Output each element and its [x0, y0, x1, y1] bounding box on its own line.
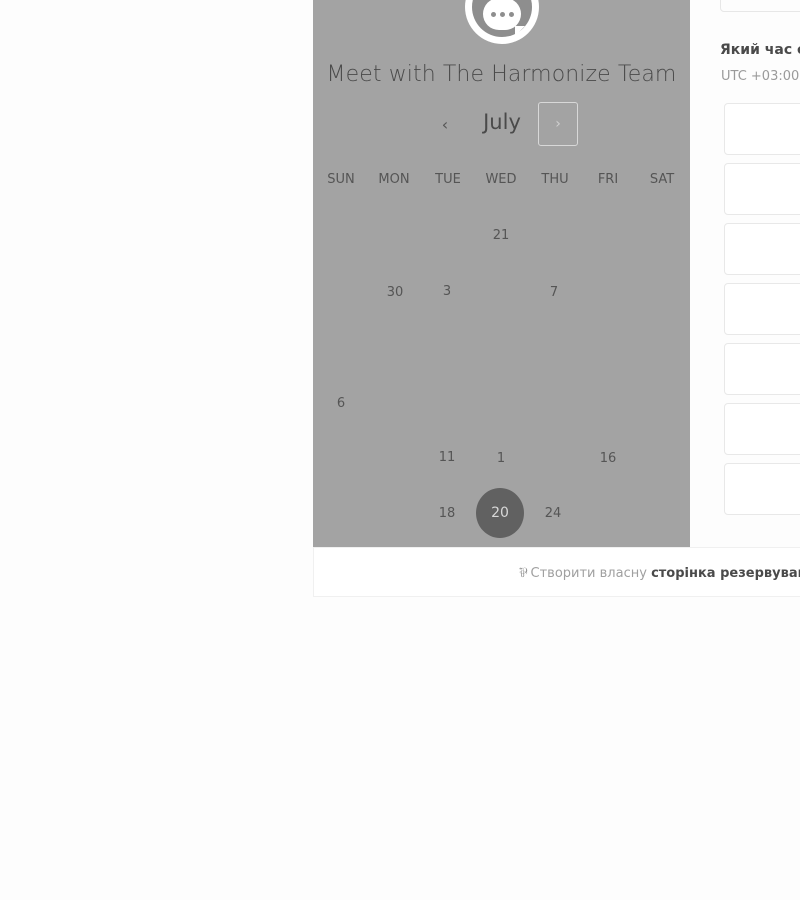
page-title: Meet with The Harmonize Team — [326, 62, 677, 87]
timezone-label[interactable]: UTC +03:00 — [721, 69, 799, 84]
time-slot[interactable] — [724, 403, 800, 455]
weekday-tue: TUE — [435, 172, 461, 187]
next-month-button[interactable]: › — [538, 102, 578, 146]
calendar-day[interactable]: 16 — [584, 434, 632, 482]
time-slot[interactable] — [724, 163, 800, 215]
weekday-header: SUN MON TUE WED THU FRI SAT — [313, 172, 690, 190]
month-label: July — [483, 110, 521, 134]
footer-link[interactable]: ⅌Створити власну сторінка резервування з — [519, 563, 800, 581]
team-avatar — [465, 0, 539, 44]
footer-bold-text: сторінка резервування з — [651, 566, 800, 581]
footer-bar: ⅌Створити власну сторінка резервування з — [313, 547, 800, 597]
calendar-day[interactable]: 3 — [423, 267, 471, 315]
chat-bubble-icon — [483, 0, 525, 36]
weekday-sat: SAT — [649, 172, 675, 187]
calendar-day-selected[interactable]: 20 — [476, 488, 524, 538]
weekday-mon: MON — [378, 172, 410, 187]
calendar-day[interactable]: 21 — [477, 211, 525, 259]
time-slots-panel: Який час є UTC +03:00 — [690, 0, 800, 547]
time-slot[interactable] — [724, 283, 800, 335]
calendar-panel: Meet with The Harmonize Team ‹ July › SU… — [313, 0, 690, 547]
time-slot[interactable] — [724, 103, 800, 155]
calendar-day[interactable]: 11 — [423, 433, 471, 481]
weekday-fri: FRI — [597, 172, 619, 187]
weekday-thu: THU — [541, 172, 569, 187]
calendar-day[interactable]: 6 — [317, 379, 365, 427]
calendar-day[interactable]: 18 — [423, 489, 471, 537]
time-slot[interactable] — [724, 343, 800, 395]
weekday-wed: WED — [485, 172, 517, 187]
time-slot[interactable] — [724, 223, 800, 275]
calendar-day[interactable]: 7 — [530, 268, 578, 316]
time-slot[interactable] — [720, 0, 800, 12]
avatar-circle — [472, 0, 532, 37]
time-slot[interactable] — [724, 463, 800, 515]
hubspot-sprocket-icon: ⅌ — [519, 566, 528, 581]
calendar-day[interactable]: 1 — [477, 434, 525, 482]
weekday-sun: SUN — [327, 172, 355, 187]
month-navigation: ‹ July › — [313, 102, 690, 146]
footer-prefix: Створити власну — [530, 566, 647, 581]
calendar-day[interactable]: 24 — [529, 489, 577, 537]
prev-month-button[interactable]: ‹ — [425, 102, 465, 146]
calendar-day[interactable]: 30 — [371, 268, 419, 316]
time-question: Який час є — [720, 42, 800, 58]
